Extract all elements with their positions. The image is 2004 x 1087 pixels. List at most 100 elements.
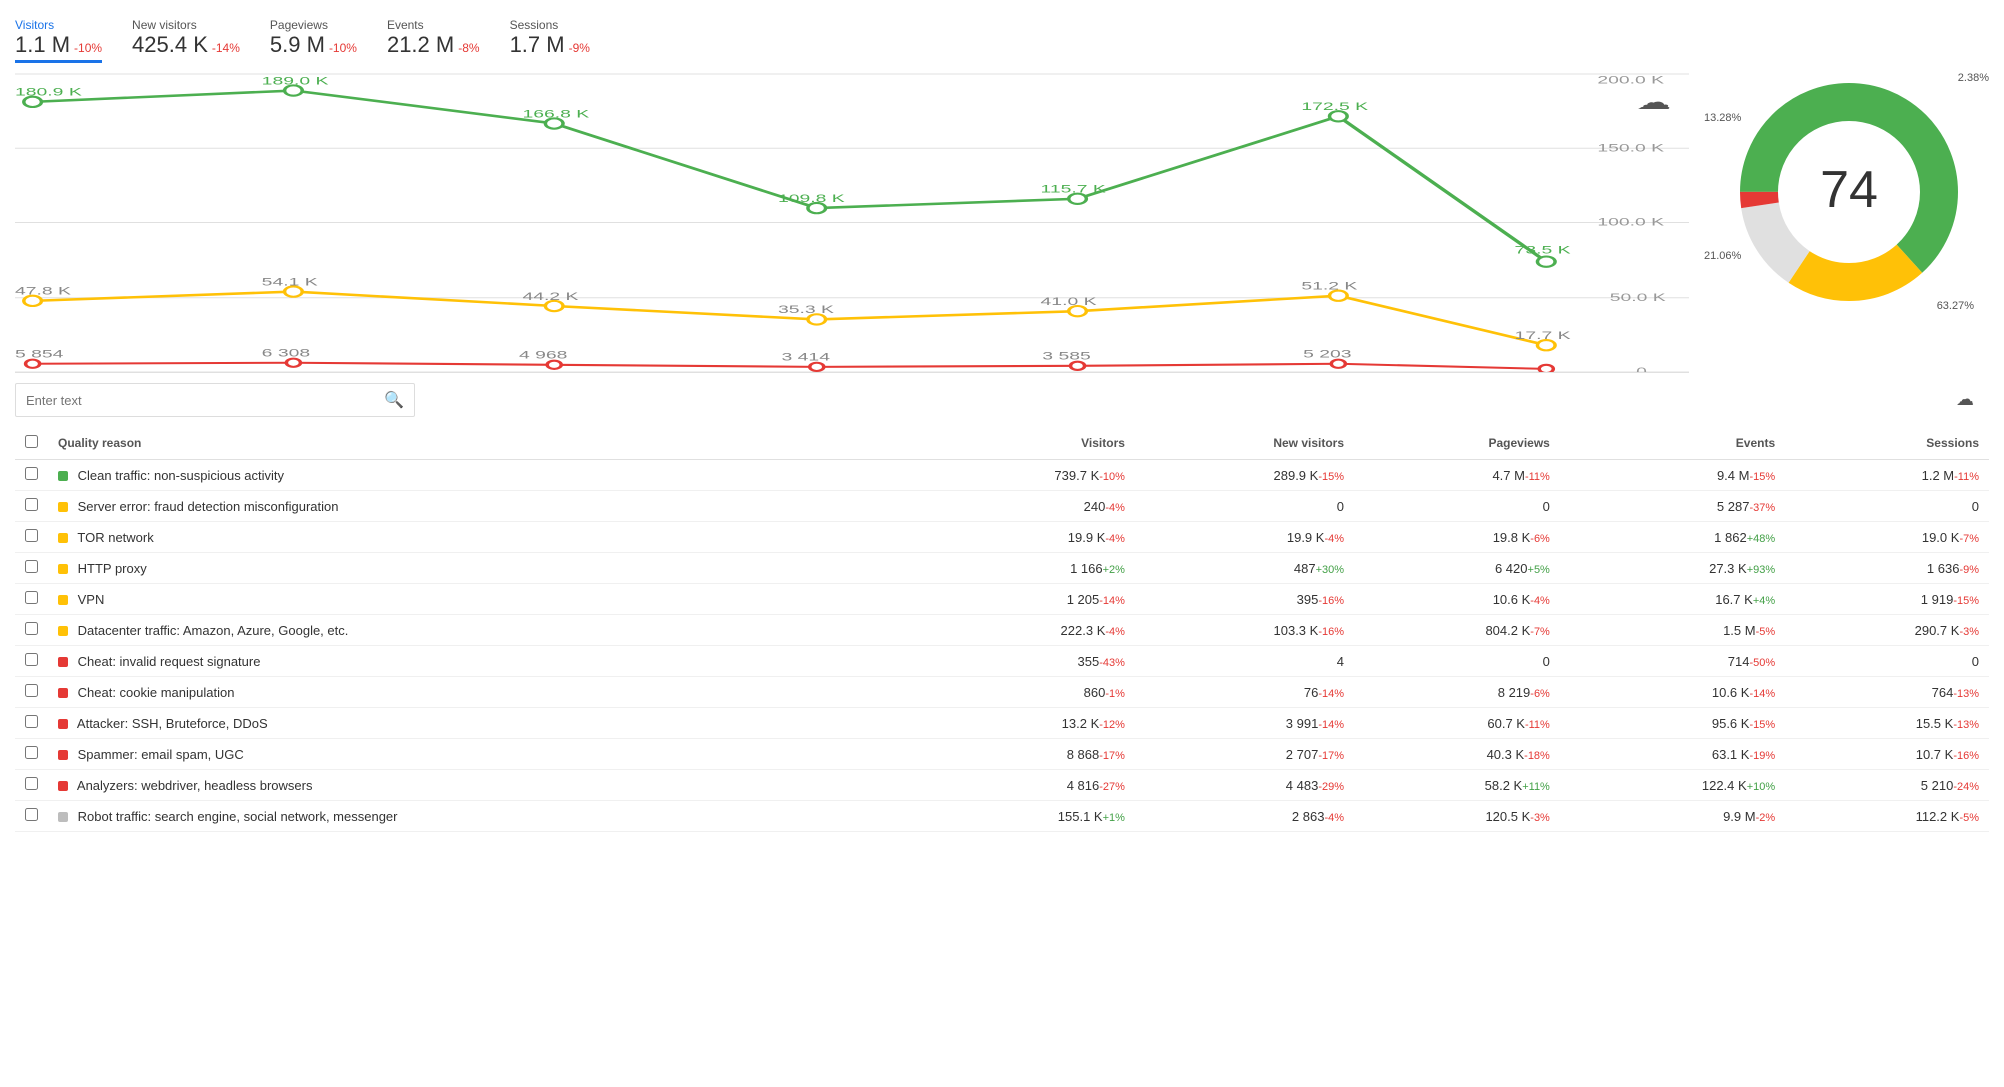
col-header-quality-reason: Quality reason (48, 427, 916, 460)
row-checkbox-cell[interactable] (15, 615, 48, 646)
row-checkbox-cell[interactable] (15, 646, 48, 677)
metric-label-sessions: Sessions (510, 18, 590, 32)
row-checkbox-cell[interactable] (15, 708, 48, 739)
quality-color-dot (58, 502, 68, 512)
row-checkbox[interactable] (25, 560, 38, 573)
row-checkbox-cell[interactable] (15, 491, 48, 522)
cloud-upload-icon: ☁ (1956, 389, 1974, 410)
sessions-change: -24% (1953, 781, 1979, 793)
quality-reason-cell: Cheat: invalid request signature (48, 646, 916, 677)
sessions-cell: 1 636-9% (1785, 553, 1989, 584)
new-visitors-val: 103.3 K (1274, 623, 1319, 638)
quality-reason-cell: Robot traffic: search engine, social net… (48, 801, 916, 832)
quality-reason-label: Cheat: invalid request signature (78, 654, 261, 669)
pageviews-val: 120.5 K (1485, 809, 1530, 824)
visitors-val: 222.3 K (1061, 623, 1106, 638)
pageviews-change: -6% (1530, 688, 1550, 700)
events-change: -37% (1749, 502, 1775, 514)
metric-events[interactable]: Events 21.2 M -8% (387, 18, 480, 63)
metric-label-pageviews: Pageviews (270, 18, 357, 32)
table-row: Datacenter traffic: Amazon, Azure, Googl… (15, 615, 1989, 646)
row-checkbox[interactable] (25, 467, 38, 480)
pageviews-cell: 10.6 K-4% (1354, 584, 1560, 615)
table-row: Clean traffic: non-suspicious activity 7… (15, 460, 1989, 491)
events-val: 1.5 M (1723, 623, 1756, 638)
row-checkbox[interactable] (25, 808, 38, 821)
quality-color-dot (58, 719, 68, 729)
quality-reason-label: Spammer: email spam, UGC (78, 747, 244, 762)
row-checkbox-cell[interactable] (15, 739, 48, 770)
svg-text:5 203: 5 203 (1303, 348, 1352, 360)
visitors-cell: 222.3 K-4% (916, 615, 1135, 646)
search-input[interactable] (26, 393, 384, 408)
pageviews-val: 8 219 (1498, 685, 1531, 700)
donut-chart: 74 (1719, 62, 1979, 322)
pageviews-change: -6% (1530, 533, 1550, 545)
new-visitors-change: -29% (1318, 781, 1344, 793)
events-val: 16.7 K (1715, 592, 1753, 607)
metric-visitors[interactable]: Visitors 1.1 M -10% (15, 18, 102, 63)
events-cell: 95.6 K-15% (1560, 708, 1785, 739)
new-visitors-val: 395 (1297, 592, 1319, 607)
quality-color-dot (58, 812, 68, 822)
new-visitors-val: 487 (1294, 561, 1316, 576)
row-checkbox-cell[interactable] (15, 553, 48, 584)
row-checkbox[interactable] (25, 746, 38, 759)
sessions-cell: 19.0 K-7% (1785, 522, 1989, 553)
sessions-val: 1 919 (1921, 592, 1954, 607)
col-header-events: Events (1560, 427, 1785, 460)
row-checkbox-cell[interactable] (15, 801, 48, 832)
new-visitors-change: -16% (1318, 595, 1344, 607)
row-checkbox[interactable] (25, 653, 38, 666)
metric-value-sessions: 1.7 M (510, 32, 565, 58)
row-checkbox-cell[interactable] (15, 584, 48, 615)
table-row: Cheat: cookie manipulation 860-1% 76-14%… (15, 677, 1989, 708)
search-row: 🔍 ☁ (15, 383, 1989, 417)
events-cell: 9.9 M-2% (1560, 801, 1785, 832)
row-checkbox[interactable] (25, 529, 38, 542)
select-all-checkbox[interactable] (25, 435, 38, 448)
row-checkbox[interactable] (25, 591, 38, 604)
header-checkbox[interactable] (15, 427, 48, 460)
quality-reason-cell: TOR network (48, 522, 916, 553)
sessions-change: -7% (1959, 533, 1979, 545)
metric-sessions[interactable]: Sessions 1.7 M -9% (510, 18, 590, 63)
visitors-cell: 739.7 K-10% (916, 460, 1135, 491)
visitors-change: -1% (1105, 688, 1125, 700)
metric-new_visitors[interactable]: New visitors 425.4 K -14% (132, 18, 240, 63)
pageviews-val: 804.2 K (1485, 623, 1530, 638)
visitors-cell: 240-4% (916, 491, 1135, 522)
new-visitors-val: 2 863 (1292, 809, 1325, 824)
row-checkbox-cell[interactable] (15, 770, 48, 801)
row-checkbox[interactable] (25, 684, 38, 697)
row-checkbox-cell[interactable] (15, 460, 48, 491)
metric-pageviews[interactable]: Pageviews 5.9 M -10% (270, 18, 357, 63)
pageviews-change: +11% (1522, 781, 1550, 793)
row-checkbox[interactable] (25, 622, 38, 635)
metric-value-events: 21.2 M (387, 32, 454, 58)
pageviews-val: 0 (1543, 654, 1550, 669)
quality-reason-cell: HTTP proxy (48, 553, 916, 584)
sessions-change: -3% (1959, 626, 1979, 638)
sessions-change: -13% (1953, 719, 1979, 731)
donut-label-red: 2.38% (1958, 72, 1989, 84)
new-visitors-cell: 4 483-29% (1135, 770, 1354, 801)
events-cell: 16.7 K+4% (1560, 584, 1785, 615)
visitors-cell: 860-1% (916, 677, 1135, 708)
pageviews-val: 0 (1543, 499, 1550, 514)
row-checkbox[interactable] (25, 498, 38, 511)
pageviews-change: -4% (1530, 595, 1550, 607)
row-checkbox-cell[interactable] (15, 677, 48, 708)
events-cell: 9.4 M-15% (1560, 460, 1785, 491)
row-checkbox[interactable] (25, 715, 38, 728)
sessions-change: -9% (1959, 564, 1979, 576)
visitors-cell: 155.1 K+1% (916, 801, 1135, 832)
svg-text:73.5 K: 73.5 K (1515, 244, 1571, 256)
visitors-val: 1 205 (1067, 592, 1100, 607)
new-visitors-val: 0 (1337, 499, 1344, 514)
metric-label-new_visitors: New visitors (132, 18, 240, 32)
quality-reason-label: Attacker: SSH, Bruteforce, DDoS (77, 716, 268, 731)
svg-text:115.7 K: 115.7 K (1041, 183, 1107, 195)
row-checkbox-cell[interactable] (15, 522, 48, 553)
row-checkbox[interactable] (25, 777, 38, 790)
